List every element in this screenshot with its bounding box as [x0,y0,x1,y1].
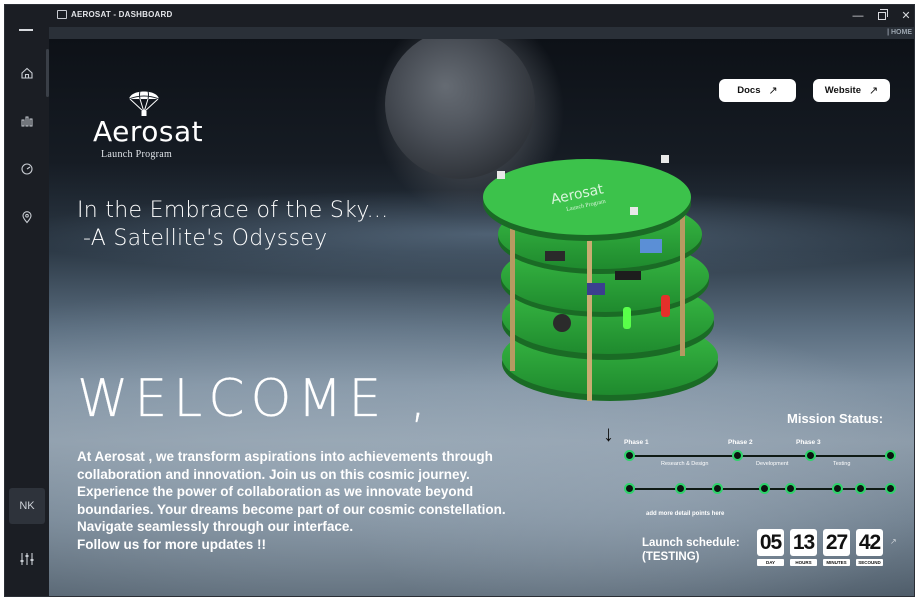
mission-status-title: Mission Status: [787,411,884,426]
countdown-unit: DAY [757,559,784,566]
docs-label: Docs [737,85,761,96]
hero-section: Docs ↗ Website ↗ Aerosat Launch Program … [49,39,914,596]
countdown-unit: SECOUND [856,559,883,566]
step-label: Testing [833,461,851,467]
docs-button[interactable]: Docs ↗ [719,79,796,102]
title-bar: AEROSAT - DASHBOARD — ✕ [5,5,914,27]
expand-icon[interactable]: ↗ [890,537,897,546]
avatar[interactable]: NK [9,488,45,524]
window-title: AEROSAT - DASHBOARD [71,10,173,19]
timeline-dot[interactable] [712,483,723,494]
timeline-dot[interactable] [855,483,866,494]
timeline-dot[interactable] [805,450,816,461]
step-label: Development [756,461,789,467]
tagline: In the Embrace of the Sky... -A Satellit… [77,197,388,253]
parachute-icon [128,90,160,116]
breadcrumb[interactable]: | HOME [887,29,912,36]
countdown-value: 27 [823,529,850,556]
timeline-dot[interactable] [732,450,743,461]
sidebar: NK [5,5,49,596]
timeline-dot[interactable] [885,483,896,494]
timeline-dot[interactable] [759,483,770,494]
clock-icon[interactable] [17,159,37,179]
launch-schedule-label: Launch schedule: (TESTING) [642,536,740,564]
timeline-dot[interactable] [624,483,635,494]
countdown-seconds: 42 SECOUND [856,529,883,566]
countdown-unit: MINUTES [823,559,850,566]
sliders-icon[interactable] [19,551,35,567]
phase-label: Phase 3 [796,439,821,446]
breadcrumb-bar: | HOME [49,27,914,39]
logo-subtitle: Launch Program [101,149,173,160]
countdown-hours: 13 HOURS [790,529,817,566]
welcome-text: At Aerosat , we transform aspirations in… [77,449,506,552]
timeline-dot[interactable] [785,483,796,494]
countdown-value: 05 [757,529,784,556]
timeline-dot[interactable] [675,483,686,494]
external-link-icon: ↗ [869,85,879,97]
app-window: NK AEROSAT - DASHBOARD — ✕ | HOME Docs ↗… [4,4,915,597]
countdown-minutes: 27 MINUTES [823,529,850,566]
home-icon[interactable] [17,63,37,83]
app-icon [57,10,67,19]
welcome-heading: WELCOME , [77,369,433,429]
bar-chart-icon[interactable] [17,111,37,131]
maximize-button[interactable] [873,8,891,24]
timeline-track [629,455,891,457]
minimize-button[interactable]: — [849,8,867,24]
launch-label-line-1: Launch schedule: [642,537,740,549]
countdown-value: 13 [790,529,817,556]
close-button[interactable]: ✕ [897,8,914,24]
launch-label-line-2: (TESTING) [642,551,700,563]
timeline-dot[interactable] [624,450,635,461]
phase-label: Phase 1 [624,439,649,446]
timeline-dot[interactable] [885,450,896,461]
detail-note: add more detail points here [646,511,725,517]
countdown-days: 05 DAY [757,529,784,566]
tagline-line-2: -A Satellite's Odyssey [83,226,328,251]
down-arrow-icon: ↓ [603,421,614,446]
timeline-dot[interactable] [832,483,843,494]
map-pin-icon[interactable] [17,207,37,227]
phase-label: Phase 2 [728,439,753,446]
countdown-value: 42 [856,529,883,556]
step-label: Research & Design [661,461,709,467]
tagline-line-1: In the Embrace of the Sky... [77,198,389,223]
aerosat-logo: Aerosat Launch Program [93,85,203,165]
website-button[interactable]: Website ↗ [813,79,890,102]
logo-word: Aerosat [93,115,204,148]
countdown-unit: HOURS [790,559,817,566]
external-link-icon: ↗ [768,85,778,97]
countdown-timer: 05 DAY 13 HOURS 27 MINUTES 42 SECOUND [757,529,883,566]
satellite-image: Aerosat Launch Program [483,155,718,401]
website-label: Website [824,85,862,96]
